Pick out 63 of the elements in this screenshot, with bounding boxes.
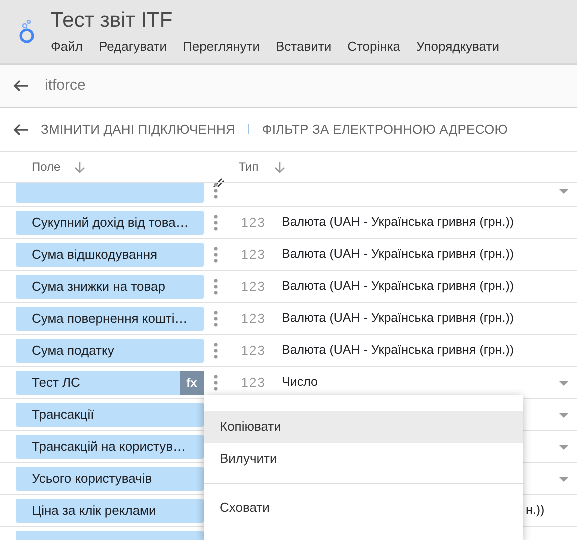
calculated-field-badge: fx (180, 370, 204, 394)
menu-item[interactable]: Упорядкувати (416, 37, 500, 56)
report-title: Тест звіт ITF (51, 9, 174, 33)
field-chip[interactable]: Ціна за клік реклами (16, 498, 204, 522)
data-source-name: itforce (45, 76, 86, 96)
menu-item[interactable]: Сховати (204, 492, 523, 524)
menu-item[interactable]: Копіювати (204, 411, 523, 443)
field-name: Усього користувачів (32, 470, 152, 488)
column-header[interactable]: Поле (32, 158, 61, 176)
field-chip[interactable]: Тест ЛС fx (16, 370, 204, 394)
type-icon: 123 (218, 340, 282, 360)
separator: | (247, 122, 250, 138)
field-name: Трансакції (32, 406, 94, 424)
back-arrow-icon[interactable] (12, 122, 29, 138)
field-chip[interactable]: Сукупний дохід від това… (16, 210, 204, 234)
field-chip[interactable]: Сума відшкодування (16, 242, 204, 266)
field-chip[interactable]: Сума знижки на товар (16, 274, 204, 298)
type-icon: 123 (218, 276, 282, 296)
type-icon: 123 (218, 308, 282, 328)
dropdown-caret-icon[interactable] (559, 477, 569, 482)
filter-link[interactable]: ФІЛЬТР ЗА ЕЛЕКТРОННОЮ АДРЕСОЮ (262, 120, 508, 140)
field-name: Тест ЛС (32, 374, 80, 392)
field-type[interactable]: Валюта (UAH - Українська гривня (грн.)) (282, 309, 514, 328)
sort-arrow-icon[interactable] (74, 160, 86, 174)
type-icon: 123 (218, 212, 282, 232)
more-options-icon[interactable] (214, 183, 218, 198)
type-icon: 123 (218, 372, 282, 392)
field-chip[interactable] (16, 183, 204, 202)
dropdown-caret-icon[interactable] (559, 445, 569, 450)
resize-handle-icon[interactable] (213, 178, 225, 188)
field-type[interactable]: Число (282, 373, 318, 392)
type-icon: 123 (218, 244, 282, 264)
field-name: Сукупний дохід від това… (32, 214, 189, 232)
field-type[interactable]: Валюта (UAH - Українська гривня (грн.)) (282, 341, 514, 360)
field-name: Сума повернення кошті… (32, 310, 188, 328)
field-type[interactable]: н.)) (526, 501, 545, 520)
menu-item[interactable]: Сторінка (348, 37, 401, 56)
logo-icon[interactable] (19, 20, 35, 44)
field-chip[interactable]: Трансакції (16, 402, 204, 426)
field-chip[interactable]: Сума повернення кошті… (16, 306, 204, 330)
field-name: Ціна за клік реклами (32, 502, 156, 520)
field-name: Сума відшкодування (32, 246, 158, 264)
menu-item[interactable]: Файл (51, 37, 83, 56)
field-type[interactable]: Валюта (UAH - Українська гривня (грн.)) (282, 213, 514, 232)
sort-arrow-icon[interactable] (274, 160, 286, 174)
field-type[interactable]: Валюта (UAH - Українська гривня (грн.)) (282, 277, 514, 296)
field-name: Сума знижки на товар (32, 278, 166, 296)
field-chip[interactable]: Усього користувачів (16, 466, 204, 490)
field-chip[interactable]: Сума податку (16, 338, 204, 362)
menu-item[interactable]: Вилучити (204, 443, 523, 475)
dropdown-caret-icon[interactable] (559, 381, 569, 386)
field-chip[interactable]: Трансакцій на користув… (16, 434, 204, 458)
dropdown-caret-icon[interactable] (559, 189, 569, 194)
field-name: Сума податку (32, 342, 114, 360)
field-name: Трансакцій на користув… (32, 438, 186, 456)
field-type[interactable]: Валюта (UAH - Українська гривня (грн.)) (282, 245, 514, 264)
menu-item[interactable]: Редагувати (98, 37, 167, 56)
column-header[interactable]: Тип (238, 158, 259, 176)
menu-item[interactable]: Вставити (276, 37, 332, 56)
menu-item[interactable]: Переглянути (183, 37, 260, 56)
edit-connection-link[interactable]: ЗМІНИТИ ДАНІ ПІДКЛЮЧЕННЯ (41, 120, 236, 140)
back-arrow-icon[interactable] (12, 78, 29, 94)
dropdown-caret-icon[interactable] (559, 413, 569, 418)
